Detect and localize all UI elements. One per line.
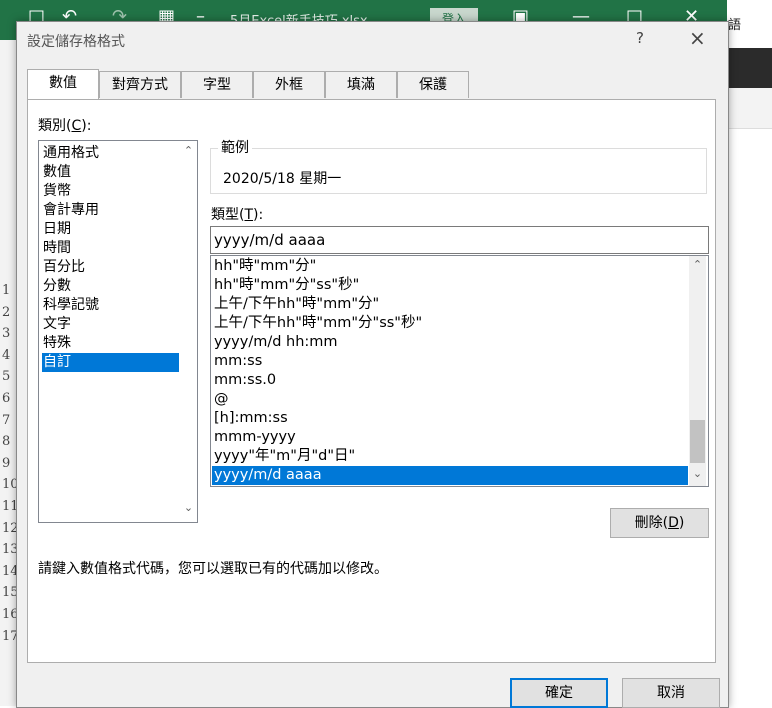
dialog-title: 設定儲存格格式	[27, 34, 125, 50]
category-item[interactable]: 百分比	[42, 258, 179, 277]
excel-ribbon-dark	[727, 48, 772, 88]
sample-label: 範例	[218, 137, 252, 157]
category-item[interactable]: 數值	[42, 163, 179, 182]
help-icon[interactable]: ?	[636, 29, 644, 47]
language-label: 語	[728, 18, 742, 33]
type-label: 類型(T):	[211, 207, 264, 223]
category-item[interactable]: 科學記號	[42, 296, 179, 315]
scroll-down-icon[interactable]: ⌄	[689, 467, 706, 480]
close-icon[interactable]: ×	[689, 26, 706, 50]
category-list[interactable]: 通用格式 數值 貨幣 會計專用 日期 時間 百分比 分數 科學記號 文字 特殊 自訂 ⌃ ⌄	[38, 140, 198, 523]
format-item[interactable]: [h]:mm:ss	[212, 409, 688, 428]
tab-protection[interactable]: 保護	[397, 71, 469, 98]
tab-border[interactable]: 外框	[253, 71, 325, 98]
hint-text: 請鍵入數值格式代碼，您可以選取已有的代碼加以修改。	[38, 561, 388, 577]
format-item[interactable]: yyyy"年"m"月"d"日"	[212, 447, 688, 466]
tab-number[interactable]: 數值	[27, 69, 99, 99]
format-item[interactable]: yyyy/m/d hh:mm	[212, 333, 688, 352]
format-item[interactable]: mm:ss.0	[212, 371, 688, 390]
type-input[interactable]: yyyy/m/d aaaa	[210, 226, 709, 254]
row-number[interactable]: 2	[2, 305, 10, 320]
number-tab-panel: 類別(C): 通用格式 數值 貨幣 會計專用 日期 時間 百分比 分數 科學記號 文字 特殊 自訂 ⌃…	[27, 99, 716, 663]
row-number[interactable]: 3	[2, 326, 10, 341]
row-number[interactable]: 9	[2, 456, 10, 471]
ok-button[interactable]: 確定	[510, 678, 608, 708]
category-item[interactable]: 日期	[42, 220, 179, 239]
row-number[interactable]: 1	[2, 283, 10, 298]
format-cells-dialog: 設定儲存格格式 ? × 數值 對齊方式 字型 外框 填滿 保護 類別(C): 通…	[16, 21, 729, 708]
excel-formula-bar	[727, 88, 772, 129]
format-item[interactable]: yyyy/m/d aaaa	[212, 466, 688, 485]
category-item[interactable]: 貨幣	[42, 182, 179, 201]
row-number[interactable]: 5	[2, 369, 10, 384]
category-item[interactable]: 通用格式	[42, 144, 179, 163]
category-item[interactable]: 時間	[42, 239, 179, 258]
category-item[interactable]: 文字	[42, 315, 179, 334]
category-label: 類別(C):	[38, 118, 92, 134]
scroll-thumb[interactable]	[690, 420, 705, 463]
format-scrollbar[interactable]: ⌃ ⌄	[689, 256, 706, 486]
row-header-column: 1 2 3 4 5 6 7 8 9 10 11 12 13 14 15 16 17	[0, 40, 19, 706]
scroll-up-icon[interactable]: ⌃	[180, 144, 197, 157]
format-item[interactable]: mmm-yyyy	[212, 428, 688, 447]
cancel-button[interactable]: 取消	[622, 678, 720, 708]
format-item[interactable]: mm:ss	[212, 352, 688, 371]
format-item[interactable]: 上午/下午hh"時"mm"分"	[212, 295, 688, 314]
row-number[interactable]: 7	[2, 413, 10, 428]
delete-button[interactable]: 刪除(D)	[610, 508, 709, 538]
row-number[interactable]: 4	[2, 348, 10, 363]
category-item[interactable]: 分數	[42, 277, 179, 296]
format-item[interactable]: 上午/下午hh"時"mm"分"ss"秒"	[212, 314, 688, 333]
tab-fill[interactable]: 填滿	[325, 71, 397, 98]
format-code-list[interactable]: hh"時"mm"分" hh"時"mm"分"ss"秒" 上午/下午hh"時"mm"分"…	[210, 255, 709, 487]
category-scrollbar[interactable]: ⌃ ⌄	[180, 141, 197, 522]
scroll-down-icon[interactable]: ⌄	[180, 501, 197, 514]
format-item[interactable]: @	[212, 390, 688, 409]
sample-value: 2020/5/18 星期一	[223, 171, 342, 187]
category-item[interactable]: 會計專用	[42, 201, 179, 220]
category-item[interactable]: 自訂	[42, 353, 179, 372]
row-number[interactable]: 6	[2, 391, 10, 406]
category-item[interactable]: 特殊	[42, 334, 179, 353]
format-item[interactable]: hh"時"mm"分"	[212, 257, 688, 276]
tab-font[interactable]: 字型	[181, 71, 253, 98]
row-number[interactable]: 8	[2, 434, 10, 449]
tab-alignment[interactable]: 對齊方式	[99, 71, 181, 98]
scroll-up-icon[interactable]: ⌃	[689, 258, 706, 271]
format-item[interactable]: hh"時"mm"分"ss"秒"	[212, 276, 688, 295]
